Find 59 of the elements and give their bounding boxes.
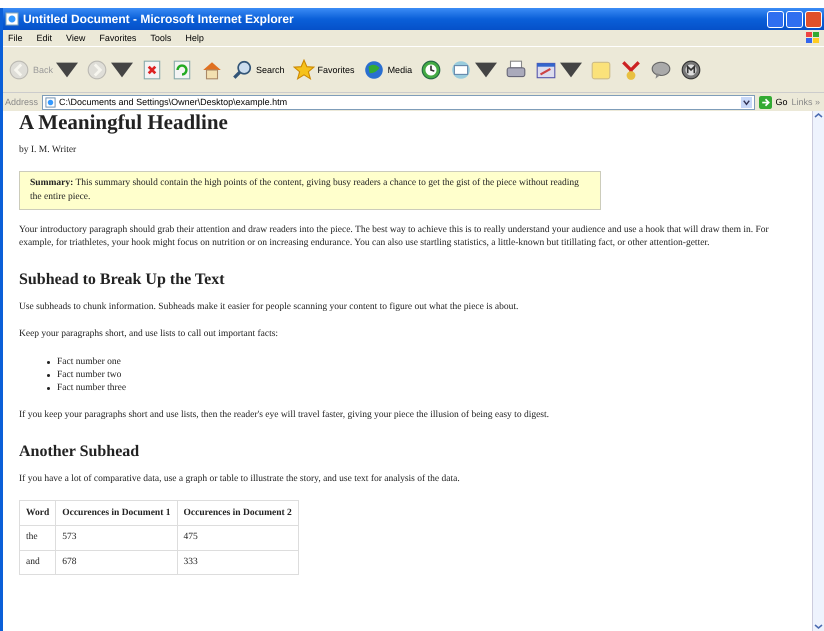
paragraph: by I. M. Writer: [19, 144, 78, 158]
bullet-icon: [47, 374, 50, 377]
page-headline: A Meaningful Headline: [19, 111, 229, 134]
disc-icon: [680, 58, 702, 80]
bullet-icon: [47, 360, 50, 364]
minimize-button[interactable]: [767, 10, 784, 28]
menu-item[interactable]: Favorites: [98, 33, 138, 43]
page-icon: [45, 96, 56, 108]
scroll-down-icon[interactable]: [814, 622, 823, 631]
globe-icon: [362, 58, 385, 80]
stop-icon: [141, 58, 164, 80]
maximize-button[interactable]: [786, 10, 803, 28]
paragraph: Use subheads to chunk information. Subheads make it easier for people scanning your content to figure out what the piece is about.: [19, 300, 520, 314]
column-header: Occurences in Document 2: [177, 500, 298, 526]
paragraph: Keep your paragraphs short, and use lists to call out important facts:: [19, 328, 280, 342]
table-cell: and: [20, 550, 56, 575]
go-button[interactable]: Go: [759, 96, 788, 108]
window-title: Untitled Document - Microsoft Internet Explorer: [23, 12, 295, 26]
menu-item[interactable]: Help: [184, 33, 205, 43]
menu-item[interactable]: View: [65, 33, 86, 43]
table-cell: 573: [56, 526, 178, 550]
menu-item[interactable]: File: [7, 33, 24, 43]
summary-box: Summary: This summary should contain the high points of the content, giving busy readers a chance to get the gist of the piece without reading the entire piece.: [19, 171, 601, 210]
scrollbar[interactable]: [812, 111, 824, 631]
menu-item[interactable]: Tools: [149, 33, 172, 43]
address-field[interactable]: C:\Documents and Settings\Owner\Desktop\example.htm: [42, 94, 756, 110]
back-icon: [8, 58, 30, 80]
paragraph: Your introductory paragraph should grab their attention and draw readers into the piece. The best way to achieve this is to really understand your audience and use a hook that will draw them in. For example, for triathletes, your hook might focus on nutrition or on increasing endurance. You can also use startling statistics, a little-known but titillating fact, or other attention-getter.: [19, 224, 770, 250]
subheading: Another Subhead: [19, 442, 140, 462]
list-item: Fact number one: [57, 356, 121, 369]
page-icon: [5, 12, 19, 26]
column-header: Occurences in Document 1: [56, 500, 178, 526]
column-header: Word: [20, 500, 56, 526]
list-item: Fact number two: [57, 368, 122, 382]
dropdown-icon[interactable]: [741, 96, 752, 108]
subheading: Subhead to Break Up the Text: [19, 270, 226, 290]
forward-icon: [86, 58, 108, 80]
table-cell: 333: [177, 550, 298, 575]
list-item: Fact number three: [57, 382, 126, 396]
table-cell: 678: [56, 550, 178, 575]
toolbar-button[interactable]: [679, 58, 704, 82]
search-icon: [231, 58, 254, 80]
toolbar-button[interactable]: [419, 58, 444, 82]
bullet-icon: [47, 387, 50, 390]
paragraph: If you keep your paragraphs short and use lists, then the reader's eye will travel faster, giving your piece the illusion of being easy to digest.: [19, 409, 550, 422]
scroll-up-icon[interactable]: [814, 111, 823, 120]
table-cell: the: [20, 526, 56, 550]
arrow-icon: [759, 96, 772, 108]
address-label: Address: [5, 97, 38, 107]
refresh-icon: [171, 58, 194, 80]
clock-icon: [420, 58, 442, 80]
close-button[interactable]: [805, 10, 822, 28]
table-cell: 475: [177, 526, 298, 550]
toolbar-button[interactable]: Favorites: [292, 58, 356, 82]
menu-item[interactable]: Edit: [36, 33, 54, 43]
toolbar-button[interactable]: Search: [230, 58, 286, 82]
paragraph: If you have a lot of comparative data, use a graph or table to illustrate the story, and use text for analysis of the data.: [19, 473, 461, 486]
toolbar-button[interactable]: Media: [362, 58, 414, 82]
star-icon: [292, 58, 315, 80]
